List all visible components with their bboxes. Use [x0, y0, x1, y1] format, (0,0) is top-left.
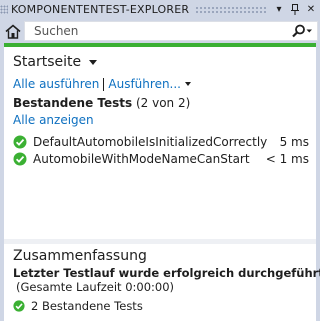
home-button[interactable]: [4, 22, 22, 40]
test-duration: < 1 ms: [265, 152, 309, 166]
show-all-link[interactable]: Alle anzeigen: [13, 113, 94, 127]
summary-result: Letzter Testlauf wurde erfolgreich durch…: [13, 266, 320, 280]
summary-duration: (Gesamte Laufzeit 0:00:00): [16, 280, 175, 294]
passed-check-icon: [13, 300, 25, 312]
summary-title: Zusammenfassung: [13, 248, 147, 264]
group-count: (2 von 2): [135, 96, 191, 110]
run-all-link[interactable]: Alle ausführen: [13, 77, 99, 91]
toolbar: [0, 19, 320, 43]
passed-check-icon: [13, 135, 27, 149]
run-actions: Alle ausführen Ausführen...: [13, 77, 191, 91]
test-row[interactable]: AutomobileWithModeNameCanStart < 1 ms: [13, 151, 311, 167]
link-separator: [103, 77, 105, 91]
test-duration: 5 ms: [279, 135, 309, 149]
progress-bar-fill: [4, 43, 316, 47]
search-box[interactable]: [24, 21, 318, 41]
test-explorer-panel: Startseite Alle ausführen Ausführen... B…: [4, 43, 320, 321]
page-title: Startseite: [13, 54, 82, 70]
pin-icon[interactable]: [288, 3, 302, 17]
summary-passed-text: 2 Bestandene Tests: [31, 299, 143, 313]
home-icon: [5, 23, 21, 39]
chevron-down-icon: [89, 59, 98, 65]
passed-check-icon: [13, 152, 27, 166]
test-row[interactable]: DefaultAutomobileIsInitializedCorrectly …: [13, 134, 311, 150]
search-button[interactable]: [285, 22, 317, 40]
test-name: DefaultAutomobileIsInitializedCorrectly: [33, 135, 268, 149]
grip-dots: [0, 5, 8, 14]
close-icon[interactable]: ✕: [304, 3, 318, 17]
window-title: KOMPONENTENTEST-EXPLORER: [11, 3, 190, 16]
group-title: Bestandene Tests: [13, 96, 133, 110]
search-input[interactable]: [25, 24, 285, 38]
title-bar[interactable]: KOMPONENTENTEST-EXPLORER ▾ ✕: [0, 0, 320, 19]
search-icon: [292, 24, 312, 38]
test-group-header: Bestandene Tests (2 von 2): [13, 96, 190, 110]
page-title-dropdown[interactable]: Startseite: [13, 54, 98, 70]
window-menu-dropdown-icon[interactable]: ▾: [272, 3, 286, 17]
drag-handle[interactable]: [195, 6, 266, 13]
progress-bar: [4, 43, 316, 47]
summary-passed-count: 2 Bestandene Tests: [13, 299, 143, 313]
run-menu-link[interactable]: Ausführen...: [108, 77, 181, 91]
run-menu-chevron-icon[interactable]: [185, 82, 191, 86]
splitter[interactable]: [4, 239, 316, 244]
test-name: AutomobileWithModeNameCanStart: [33, 152, 250, 166]
